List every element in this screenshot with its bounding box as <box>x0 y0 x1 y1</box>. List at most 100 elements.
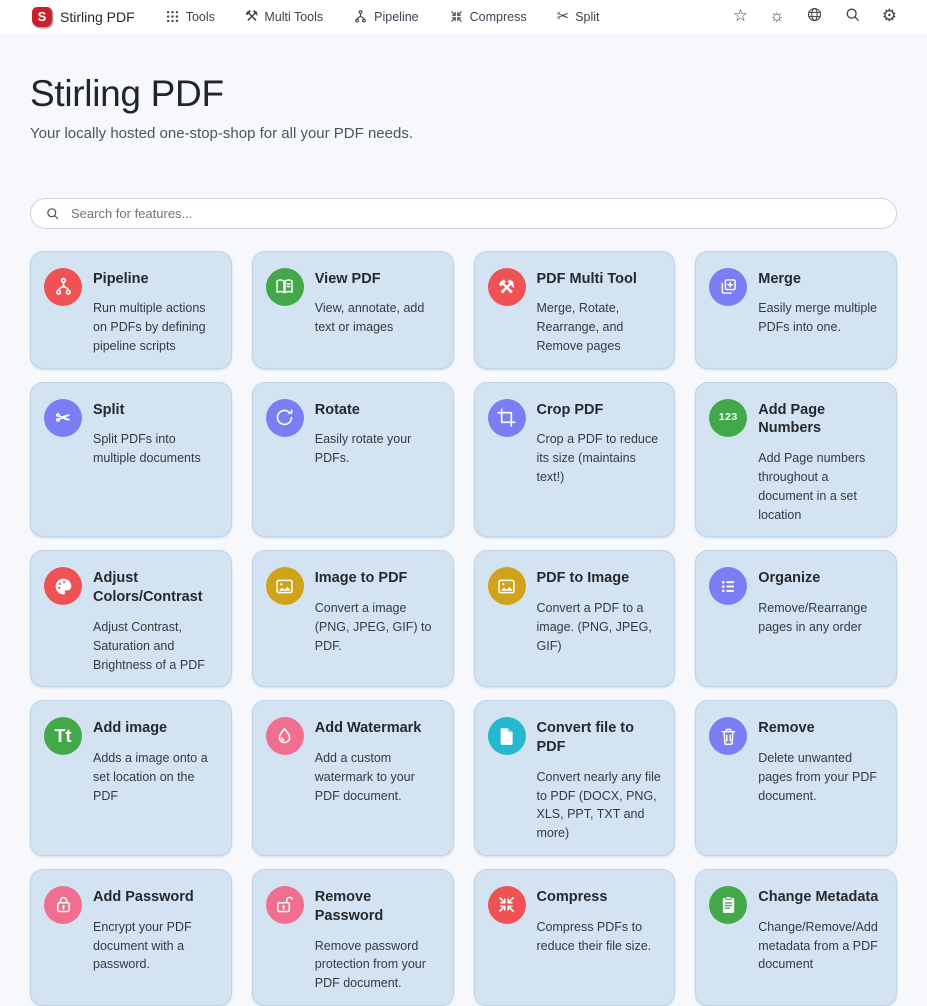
card-title: PDF Multi Tool <box>537 270 665 289</box>
card-title: Merge <box>758 270 886 289</box>
clipboard-icon <box>709 886 747 924</box>
star-icon[interactable]: ☆ <box>733 7 748 26</box>
search-icon[interactable] <box>844 6 861 28</box>
stirling-logo-icon: S <box>32 7 52 27</box>
card-description: Crop a PDF to reduce its size (maintains… <box>537 430 665 486</box>
card-title: Convert file to PDF <box>537 719 665 757</box>
card-title: Compress <box>537 888 665 907</box>
unlock-icon <box>266 886 304 924</box>
letters-icon: Tt <box>44 717 82 755</box>
card-title: Pipeline <box>93 270 221 289</box>
multi-tools-icon: ⚒ <box>488 268 526 306</box>
feature-card-adjust-colors-contrast[interactable]: Adjust Colors/Contrast Adjust Contrast, … <box>30 550 232 687</box>
feature-card-convert-file-to-pdf[interactable]: Convert file to PDF Convert nearly any f… <box>474 700 676 856</box>
card-description: Delete unwanted pages from your PDF docu… <box>758 749 886 805</box>
search-icon <box>45 206 60 221</box>
card-description: View, annotate, add text or images <box>315 299 443 337</box>
card-description: Add a custom watermark to your PDF docum… <box>315 749 443 805</box>
feature-card-add-password[interactable]: Add Password Encrypt your PDF document w… <box>30 869 232 1006</box>
feature-card-add-watermark[interactable]: Add Watermark Add a custom watermark to … <box>252 700 454 856</box>
numbers-icon: 123 <box>709 399 747 437</box>
feature-card-image-to-pdf[interactable]: Image to PDF Convert a image (PNG, JPEG,… <box>252 550 454 687</box>
card-title: Add Page Numbers <box>758 401 886 439</box>
feature-card-add-page-numbers[interactable]: 123 Add Page Numbers Add Page numbers th… <box>695 382 897 538</box>
card-title: Add Password <box>93 888 221 907</box>
card-description: Adds a image onto a set location on the … <box>93 749 221 805</box>
feature-card-pdf-multi-tool[interactable]: ⚒ PDF Multi Tool Merge, Rotate, Rearrang… <box>474 251 676 369</box>
gear-icon[interactable]: ⚙ <box>882 7 897 26</box>
nav-item-multi-tools[interactable]: ⚒ Multi Tools <box>245 9 323 24</box>
lock-icon <box>44 886 82 924</box>
book-open-icon <box>266 268 304 306</box>
nav-actions: ☆ ☼ ⚙ <box>733 6 897 28</box>
card-title: Rotate <box>315 401 443 420</box>
search-input[interactable] <box>69 205 882 222</box>
page-title: Stirling PDF <box>30 73 897 116</box>
search-wrap <box>30 198 897 229</box>
brand-home-link[interactable]: S Stirling PDF <box>32 7 135 27</box>
feature-card-organize[interactable]: Organize Remove/Rearrange pages in any o… <box>695 550 897 687</box>
multi-tools-icon: ⚒ <box>245 9 258 24</box>
card-title: Change Metadata <box>758 888 886 907</box>
feature-card-compress[interactable]: Compress Compress PDFs to reduce their f… <box>474 869 676 1006</box>
file-icon <box>488 717 526 755</box>
card-title: Remove <box>758 719 886 738</box>
feature-card-view-pdf[interactable]: View PDF View, annotate, add text or ima… <box>252 251 454 369</box>
card-description: Run multiple actions on PDFs by defining… <box>93 299 221 355</box>
feature-card-change-metadata[interactable]: Change Metadata Change/Remove/Add metada… <box>695 869 897 1006</box>
card-description: Easily rotate your PDFs. <box>315 430 443 468</box>
feature-card-split[interactable]: ✂ Split Split PDFs into multiple documen… <box>30 382 232 538</box>
sun-icon[interactable]: ☼ <box>769 7 785 26</box>
card-description: Convert a image (PNG, JPEG, GIF) to PDF. <box>315 599 443 655</box>
image-icon <box>266 567 304 605</box>
feature-card-pipeline[interactable]: Pipeline Run multiple actions on PDFs by… <box>30 251 232 369</box>
feature-card-pdf-to-image[interactable]: PDF to Image Convert a PDF to a image. (… <box>474 550 676 687</box>
card-title: PDF to Image <box>537 569 665 588</box>
nav-item-pipeline[interactable]: Pipeline <box>353 9 418 24</box>
card-description: Convert nearly any file to PDF (DOCX, PN… <box>537 768 665 843</box>
top-navbar: S Stirling PDF Tools ⚒ Multi Tools Pipel… <box>0 0 927 33</box>
feature-search-bar[interactable] <box>30 198 897 229</box>
card-description: Merge, Rotate, Rearrange, and Remove pag… <box>537 299 665 355</box>
trash-icon <box>709 717 747 755</box>
feature-card-remove[interactable]: Remove Delete unwanted pages from your P… <box>695 700 897 856</box>
card-title: Adjust Colors/Contrast <box>93 569 221 607</box>
card-title: Add image <box>93 719 221 738</box>
globe-icon[interactable] <box>806 6 823 28</box>
card-title: Add Watermark <box>315 719 443 738</box>
card-title: Crop PDF <box>537 401 665 420</box>
card-title: Organize <box>758 569 886 588</box>
crop-icon <box>488 399 526 437</box>
card-description: Remove password protection from your PDF… <box>315 937 443 993</box>
pipeline-icon <box>44 268 82 306</box>
card-description: Add Page numbers throughout a document i… <box>758 449 886 524</box>
card-description: Split PDFs into multiple documents <box>93 430 221 468</box>
feature-card-rotate[interactable]: Rotate Easily rotate your PDFs. <box>252 382 454 538</box>
compress-icon <box>449 9 464 24</box>
feature-card-remove-password[interactable]: Remove Password Remove password protecti… <box>252 869 454 1006</box>
nav-item-split[interactable]: ✂ Split <box>557 9 600 24</box>
pipeline-icon <box>353 9 368 24</box>
page-header: Stirling PDF Your locally hosted one-sto… <box>0 73 927 142</box>
card-description: Compress PDFs to reduce their file size. <box>537 918 665 956</box>
grid-icon <box>165 9 180 24</box>
card-description: Remove/Rearrange pages in any order <box>758 599 886 637</box>
card-description: Encrypt your PDF document with a passwor… <box>93 918 221 974</box>
nav-item-tools[interactable]: Tools <box>165 9 215 24</box>
card-description: Adjust Contrast, Saturation and Brightne… <box>93 618 221 674</box>
page-subtitle: Your locally hosted one-stop-shop for al… <box>30 125 897 142</box>
feature-card-crop-pdf[interactable]: Crop PDF Crop a PDF to reduce its size (… <box>474 382 676 538</box>
nav-item-compress[interactable]: Compress <box>449 9 527 24</box>
feature-cards-grid: Pipeline Run multiple actions on PDFs by… <box>30 251 897 1006</box>
card-description: Change/Remove/Add metadata from a PDF do… <box>758 918 886 974</box>
card-description: Convert a PDF to a image. (PNG, JPEG, GI… <box>537 599 665 655</box>
merge-icon <box>709 268 747 306</box>
scissors-icon: ✂ <box>557 9 570 24</box>
palette-icon <box>44 567 82 605</box>
card-title: View PDF <box>315 270 443 289</box>
feature-card-merge[interactable]: Merge Easily merge multiple PDFs into on… <box>695 251 897 369</box>
feature-card-add-image[interactable]: Tt Add image Adds a image onto a set loc… <box>30 700 232 856</box>
compress-icon <box>488 886 526 924</box>
image-icon <box>488 567 526 605</box>
card-description: Easily merge multiple PDFs into one. <box>758 299 886 337</box>
